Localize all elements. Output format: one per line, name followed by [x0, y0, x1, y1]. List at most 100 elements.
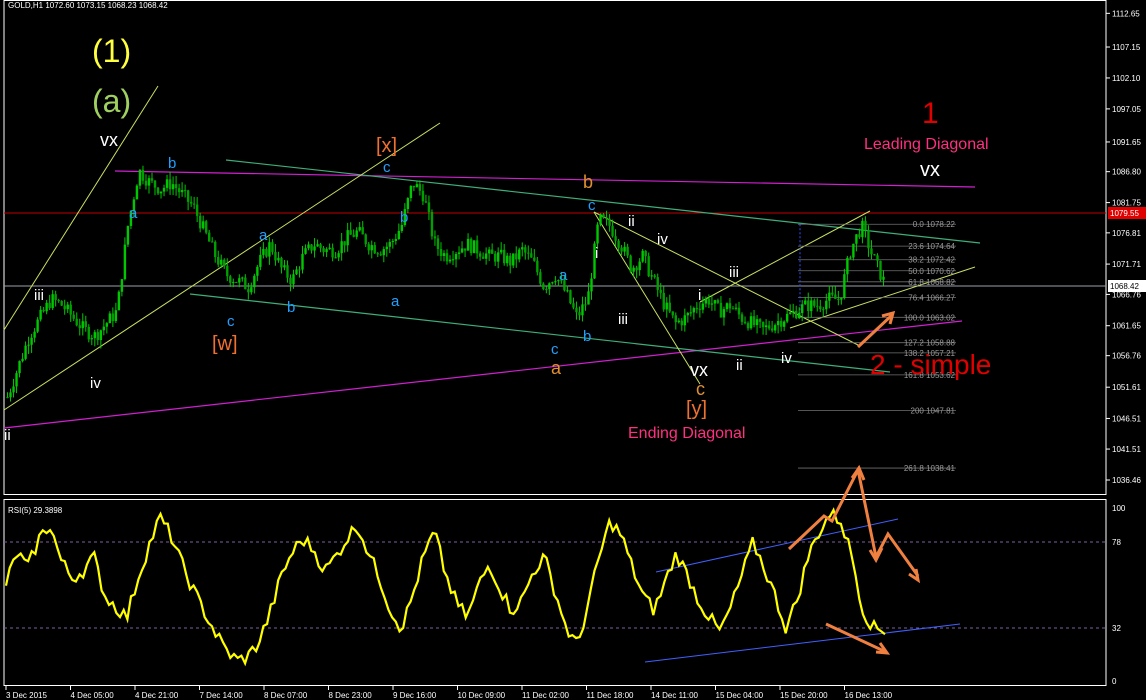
candle-body	[515, 253, 518, 260]
candle-body	[283, 265, 286, 268]
candle-body	[782, 321, 786, 327]
a-orange-label: a	[551, 358, 562, 378]
candle-body	[21, 358, 24, 362]
candle-body	[325, 249, 328, 253]
candle-body	[27, 344, 30, 346]
candle-body	[262, 249, 265, 255]
svg-text:ii: ii	[736, 357, 743, 374]
candle-body	[503, 249, 506, 264]
time-tick-label: 9 Dec 16:00	[393, 691, 437, 700]
candle-body	[370, 245, 373, 251]
candle-body	[229, 276, 232, 283]
rsi-tick: 78	[1112, 538, 1121, 547]
candle-body	[373, 245, 376, 254]
candle-body	[587, 291, 590, 305]
candle-body	[677, 320, 680, 323]
candle-body	[873, 254, 876, 256]
fib-level-label: 38.2 1072.42	[908, 256, 955, 265]
candle-body	[858, 234, 861, 238]
candle-body	[211, 241, 214, 243]
candle-body	[794, 310, 798, 319]
ending-diagonal-label: Ending Diagonal	[628, 425, 745, 442]
candle-body	[42, 309, 45, 312]
chart-canvas[interactable]: 0.0 1078.22 23.6 1074.64 38.2 1072.42 50.0 …	[0, 0, 1146, 700]
candle-body	[36, 319, 39, 332]
svg-text:iii: iii	[729, 264, 739, 281]
candle-body	[764, 325, 768, 328]
candle-body	[159, 191, 163, 194]
svg-text:i: i	[698, 287, 701, 304]
candle-body	[837, 298, 840, 300]
candle-body	[457, 252, 461, 254]
candle-body	[355, 230, 358, 237]
wave-a-label: (a)	[92, 83, 131, 119]
candle-body	[301, 253, 304, 270]
time-tick-label: 11 Dec 18:00	[587, 691, 635, 700]
candle-body	[448, 259, 452, 262]
candle-body	[870, 248, 873, 255]
candle-body	[846, 257, 849, 275]
candle-body	[545, 288, 548, 290]
candle-body	[788, 312, 792, 314]
candle-body	[834, 294, 837, 299]
time-tick-label: 16 Dec 13:00	[845, 691, 893, 700]
candle-body	[87, 326, 90, 340]
svg-text:c: c	[588, 197, 596, 214]
price-tick-label: 1036.46	[1112, 476, 1141, 485]
candle-body	[475, 240, 479, 254]
price-tick-label: 1061.65	[1112, 322, 1141, 331]
candle-body	[770, 328, 774, 331]
vx-right-label: vx	[920, 159, 940, 181]
candle-body	[108, 313, 112, 324]
candle-body	[785, 313, 789, 322]
fib-level-label: 0.0 1078.22	[913, 220, 956, 229]
candle-body	[728, 303, 732, 309]
candle-body	[454, 253, 458, 260]
candle-body	[493, 253, 497, 262]
svg-text:b: b	[583, 328, 591, 345]
candle-body	[280, 257, 283, 268]
price-tick-label: 1081.75	[1112, 199, 1141, 208]
candle-body	[530, 253, 533, 258]
candle-body	[743, 321, 747, 324]
candle-body	[250, 287, 253, 293]
candle-body	[60, 300, 63, 306]
candle-body	[527, 252, 530, 254]
candle-body	[57, 299, 60, 301]
candle-body	[96, 332, 100, 341]
candle-body	[385, 246, 388, 250]
time-tick-label: 15 Dec 20:00	[780, 691, 828, 700]
svg-text:iv: iv	[657, 231, 668, 248]
candle-body	[289, 277, 292, 285]
candle-body	[692, 308, 696, 313]
candle-body	[773, 325, 777, 331]
candle-body	[235, 282, 238, 284]
candle-body	[864, 220, 867, 231]
candle-body	[120, 279, 124, 292]
candle-body	[779, 321, 783, 327]
price-tick-label: 1046.51	[1112, 414, 1141, 423]
candle-body	[752, 316, 756, 326]
svg-text:iii: iii	[618, 311, 628, 328]
vx-left-label: vx	[100, 130, 118, 150]
candle-body	[204, 221, 208, 233]
candle-body	[481, 256, 485, 259]
candle-body	[698, 308, 702, 310]
candle-body	[816, 305, 819, 307]
candle-body	[150, 178, 154, 181]
candle-body	[843, 274, 846, 298]
candle-body	[855, 234, 858, 244]
price-tick-label: 1091.65	[1112, 138, 1141, 147]
candle-body	[599, 214, 602, 225]
candle-body	[617, 240, 620, 248]
candle-body	[138, 169, 142, 186]
rsi-tick: 0	[1112, 677, 1117, 686]
candle-body	[135, 185, 139, 200]
candle-body	[536, 260, 539, 273]
candle-body	[409, 185, 413, 199]
candle-body	[861, 220, 864, 238]
candle-body	[867, 230, 870, 249]
price-tick-label: 1071.71	[1112, 260, 1141, 269]
candle-body	[716, 300, 720, 303]
wave-count-labels: iii iv ii a b a b c c b a a c b c i ii i…	[4, 155, 792, 444]
